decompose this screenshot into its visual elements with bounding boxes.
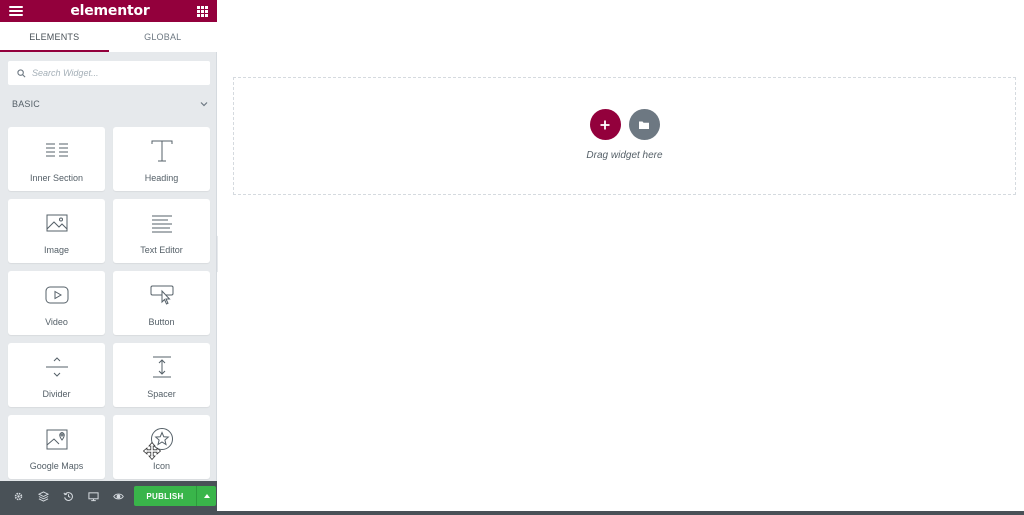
settings-icon: [14, 492, 23, 500]
add-section-button[interactable]: [589, 109, 621, 140]
widget-label: Divider: [42, 389, 71, 399]
tab-global[interactable]: GLOBAL: [109, 22, 218, 52]
window-bottom-border: [0, 511, 1024, 515]
widget-label: Google Maps: [29, 461, 84, 471]
widget-inner-section[interactable]: Inner Section: [8, 127, 105, 191]
widget-divider[interactable]: Divider: [8, 343, 105, 407]
widget-image[interactable]: Image: [8, 199, 105, 263]
responsive-icon: [88, 491, 99, 501]
widget-label: Text Editor: [140, 245, 183, 255]
publish-button[interactable]: PUBLISH: [134, 486, 196, 506]
widget-heading[interactable]: Heading: [113, 127, 210, 191]
preview-button[interactable]: [106, 481, 131, 511]
widget-label: Button: [148, 317, 175, 327]
panel-footer: PUBLISH: [0, 481, 217, 511]
caret-up-icon: [203, 494, 210, 498]
tab-elements[interactable]: ELEMENTS: [0, 22, 109, 52]
widget-text-editor[interactable]: Text Editor: [113, 199, 210, 263]
settings-button[interactable]: [6, 481, 31, 511]
divider-icon: [45, 357, 68, 377]
elementor-logo: elementor: [70, 3, 150, 19]
editor-canvas: Drag widget here: [218, 0, 1024, 511]
widget-video[interactable]: Video: [8, 271, 105, 335]
widgets-grid-icon[interactable]: [196, 5, 208, 17]
plus-icon: [600, 120, 610, 129]
add-template-button[interactable]: [628, 109, 660, 140]
widget-icon[interactable]: Icon: [113, 415, 210, 479]
panel-header: elementor: [0, 0, 217, 22]
spacer-icon: [152, 356, 171, 378]
widget-button[interactable]: Button: [113, 271, 210, 335]
widget-label: Spacer: [147, 389, 176, 399]
text-editor-icon: [151, 215, 172, 233]
navigator-icon: [38, 490, 49, 502]
widget-spacer[interactable]: Spacer: [113, 343, 210, 407]
widget-label: Video: [45, 317, 68, 327]
google-maps-icon: [46, 429, 67, 450]
widget-grid: Inner Section Heading Image Text Editor …: [8, 127, 210, 479]
widget-label: Inner Section: [29, 173, 84, 183]
history-button[interactable]: [56, 481, 81, 511]
search-icon: [17, 68, 26, 77]
navigator-button[interactable]: [31, 481, 56, 511]
widget-label: Heading: [144, 173, 179, 183]
panel-tabs: ELEMENTS GLOBAL: [0, 22, 217, 52]
heading-icon: [151, 140, 172, 162]
dropzone-actions: [589, 109, 660, 140]
widget-label: Icon: [152, 461, 170, 471]
search-box: [8, 61, 210, 85]
responsive-mode-button[interactable]: [81, 481, 106, 511]
empty-section-dropzone[interactable]: Drag widget here: [233, 77, 1016, 195]
folder-icon: [639, 121, 649, 129]
button-icon: [150, 285, 173, 305]
publish-options-button[interactable]: [196, 486, 216, 506]
elements-panel: elementor ELEMENTS GLOBAL BASIC: [0, 0, 217, 511]
inner-section-icon: [45, 143, 68, 157]
widget-google-maps[interactable]: Google Maps: [8, 415, 105, 479]
preview-icon: [113, 493, 124, 499]
image-icon: [46, 214, 67, 232]
category-label: BASIC: [12, 99, 41, 109]
video-icon: [45, 286, 68, 304]
widget-label: Image: [43, 245, 69, 255]
search-input[interactable]: [32, 68, 202, 78]
chevron-down-icon: [200, 102, 208, 107]
menu-icon[interactable]: [9, 6, 23, 16]
elementor-editor: elementor ELEMENTS GLOBAL BASIC: [0, 0, 1024, 515]
dropzone-hint: Drag widget here: [586, 150, 663, 161]
star-icon: [150, 428, 173, 450]
category-basic[interactable]: BASIC: [12, 96, 208, 112]
history-icon: [63, 491, 73, 501]
